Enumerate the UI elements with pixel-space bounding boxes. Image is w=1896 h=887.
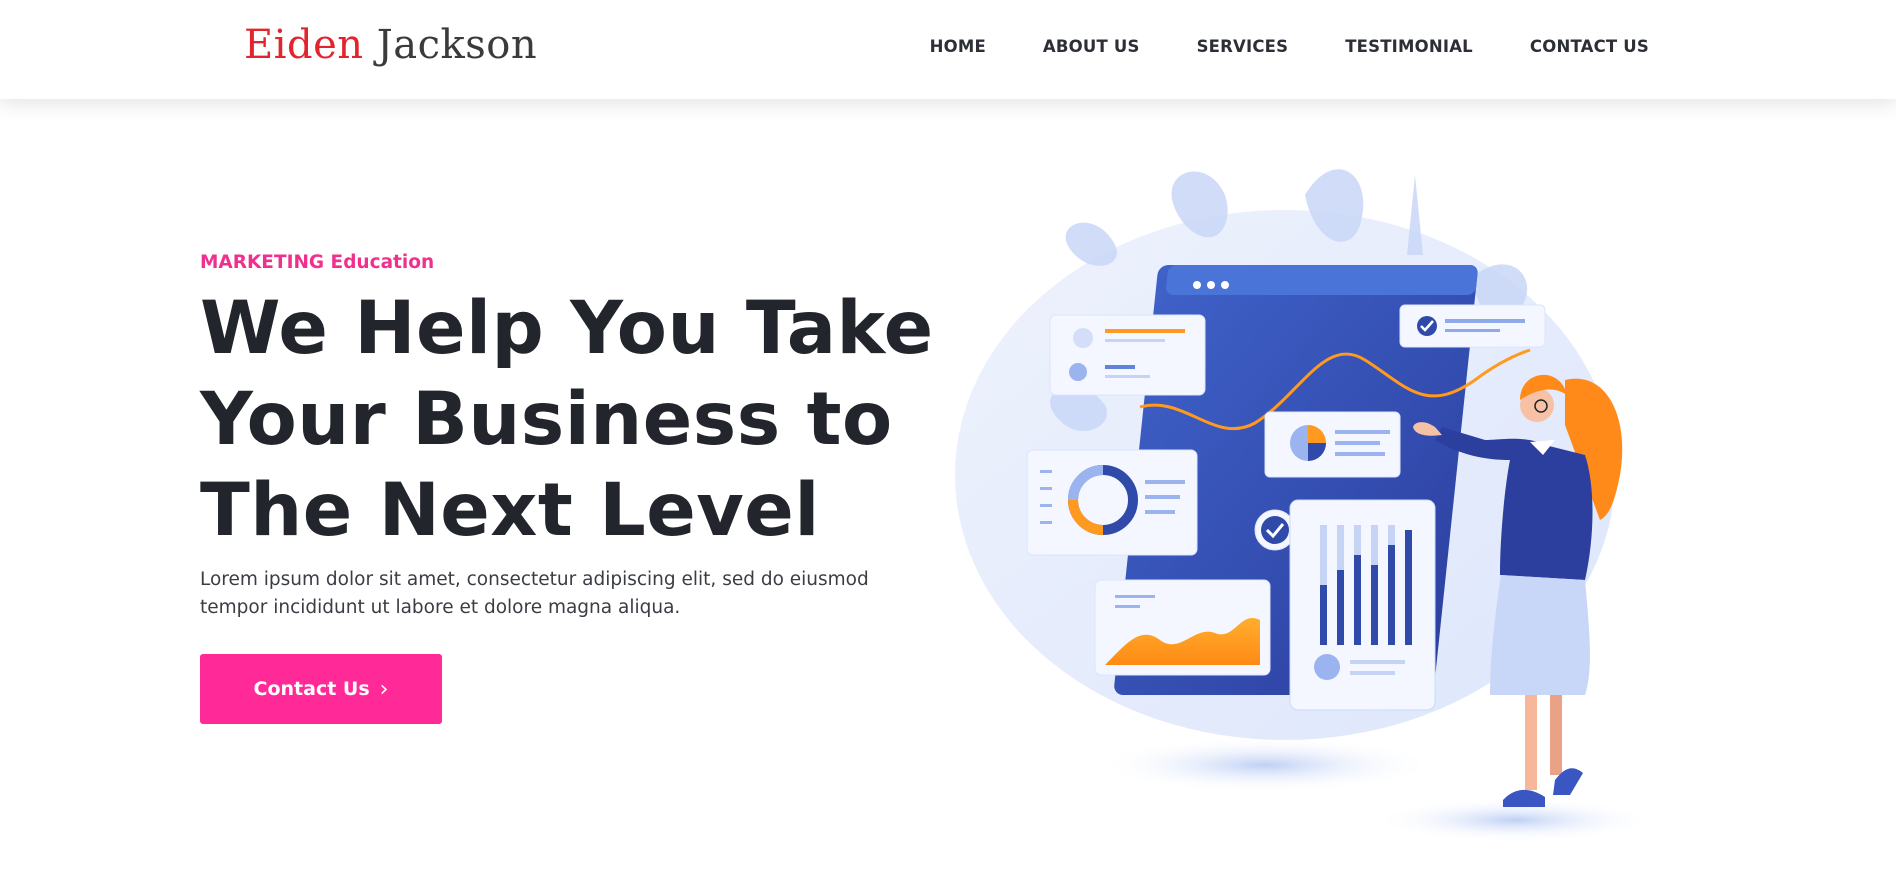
checkmark-icon	[1254, 509, 1296, 551]
headline-line-2: Your Business to	[200, 377, 893, 462]
floor-shadow	[1095, 737, 1435, 793]
business-analytics-illustration	[955, 169, 1655, 842]
main-nav: HOME ABOUT US SERVICES TESTIMONIAL CONTA…	[930, 37, 1649, 56]
headline-line-1: We Help You Take	[200, 286, 934, 371]
nav-contact-us[interactable]: CONTACT US	[1530, 37, 1649, 56]
profile-card	[1049, 314, 1206, 396]
nav-about-us[interactable]: ABOUT US	[1043, 37, 1140, 56]
site-header: Eiden Jackson HOME ABOUT US SERVICES TES…	[0, 0, 1896, 99]
headline-line-3: The Next Level	[200, 468, 820, 553]
hero-eyebrow: MARKETING Education	[200, 252, 435, 273]
check-card	[1399, 304, 1546, 348]
logo-last-name: Jackson	[376, 22, 538, 68]
contact-us-button[interactable]: Contact Us ›	[200, 654, 442, 724]
donut-chart-card	[1026, 449, 1198, 556]
area-chart-card	[1094, 579, 1271, 676]
hero-description: Lorem ipsum dolor sit amet, consectetur …	[200, 569, 869, 618]
nav-testimonial[interactable]: TESTIMONIAL	[1345, 37, 1473, 56]
nav-services[interactable]: SERVICES	[1197, 37, 1289, 56]
chevron-right-icon: ›	[379, 676, 389, 702]
hero-text: MARKETING Education We Help You Take You…	[200, 252, 940, 622]
hero-headline: We Help You Take Your Business to The Ne…	[200, 283, 940, 556]
logo[interactable]: Eiden Jackson	[244, 22, 537, 68]
nav-home[interactable]: HOME	[930, 37, 986, 56]
pie-chart-card	[1264, 411, 1401, 478]
logo-first-name: Eiden	[244, 22, 364, 68]
bar-chart-card	[1289, 499, 1436, 711]
contact-us-label: Contact Us	[253, 678, 370, 700]
